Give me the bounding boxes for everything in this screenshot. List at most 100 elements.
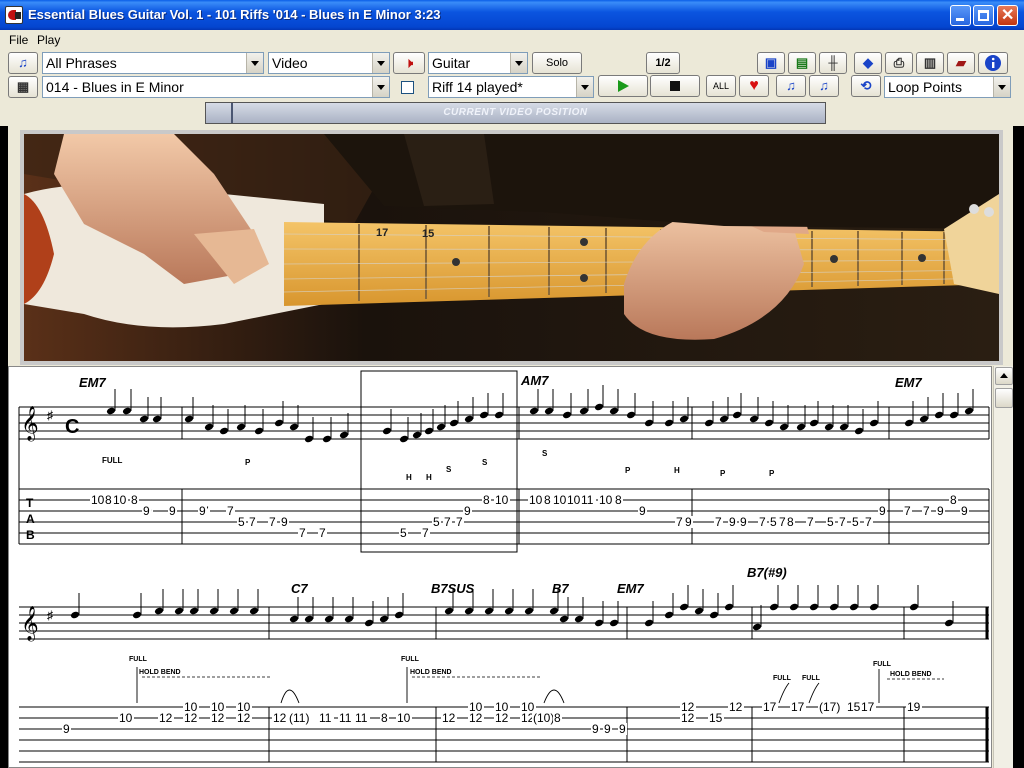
treble-clef-icon: 𝄞	[21, 606, 39, 642]
all-button[interactable]: ALL	[706, 75, 736, 97]
screen-button[interactable]: ▣	[757, 52, 785, 74]
view-mode-select[interactable]: Video	[268, 52, 390, 74]
notes-button[interactable]: ▦	[8, 76, 38, 98]
tab-number: 5	[400, 526, 407, 540]
scroll-thumb[interactable]	[995, 388, 1013, 408]
tab-number: 12	[469, 711, 483, 725]
tab-view-button[interactable]: ▤	[788, 52, 816, 74]
notation-sheet: 𝄞 ♯ C T A B EM7 AM7 EM7 FULL P H H S S S…	[18, 370, 990, 763]
title-bar[interactable]: Essential Blues Guitar Vol. 1 - 101 Riff…	[0, 0, 1024, 30]
tab-number: 15	[709, 711, 723, 725]
riff-status-select[interactable]: Riff 14 played*	[428, 76, 594, 98]
info-icon	[985, 55, 1001, 71]
page-button[interactable]: ▥	[916, 52, 944, 74]
phrase-filter-select[interactable]: All Phrases	[42, 52, 264, 74]
print-button[interactable]: ⎙	[885, 52, 913, 74]
tab-number: 10	[113, 493, 127, 507]
tab-number: 5	[238, 515, 245, 529]
tab-number: 5	[827, 515, 834, 529]
tab-number: 10	[529, 493, 543, 507]
tab-number: 19	[907, 700, 921, 714]
close-button[interactable]: ✕	[997, 5, 1018, 26]
tab-number: 9	[740, 515, 747, 529]
minimize-icon	[956, 18, 964, 21]
notation-scrollbar[interactable]	[993, 366, 1013, 768]
info-button[interactable]	[978, 52, 1008, 74]
tag-button[interactable]: ◆	[854, 52, 882, 74]
tab-number: 17	[763, 700, 777, 714]
tab-number: 9	[937, 504, 944, 518]
tab-number: 12	[159, 711, 173, 725]
application-window: Essential Blues Guitar Vol. 1 - 101 Riff…	[0, 0, 1024, 768]
chevron-down-icon	[372, 77, 389, 97]
technique-label: S	[482, 458, 488, 467]
right-frame-edge	[1013, 126, 1024, 768]
tab-number: 7	[456, 515, 463, 529]
note-up-button[interactable]: ♫	[809, 75, 839, 97]
menu-bar: File Play	[0, 30, 1024, 50]
play-button[interactable]	[598, 75, 648, 97]
instrument-select[interactable]: Guitar	[428, 52, 528, 74]
technique-label: P	[625, 466, 631, 475]
note-down-button[interactable]: ♫	[776, 75, 806, 97]
tab-number: 7	[319, 526, 326, 540]
tab-number: 9	[169, 504, 176, 518]
tab-number: 10	[495, 493, 509, 507]
video-position-slider[interactable]: CURRENT VIDEO POSITION	[205, 102, 826, 124]
tab-number: 17	[861, 700, 875, 714]
chevron-down-icon	[246, 53, 263, 73]
chord-label: EM7	[79, 375, 107, 390]
scroll-up-button[interactable]	[995, 367, 1013, 385]
tab-number: 8	[381, 711, 388, 725]
mixer-button[interactable]: ╫	[819, 52, 847, 74]
technique-label: HOLD BEND	[890, 671, 932, 678]
favorite-button[interactable]: ♥	[739, 75, 769, 97]
solo-button[interactable]: Solo	[532, 52, 582, 74]
chevron-down-icon	[993, 77, 1010, 97]
video-player[interactable]: 17 15	[24, 134, 999, 361]
technique-label: H	[406, 473, 412, 482]
book-button[interactable]: ▰	[947, 52, 975, 74]
tab-number: 17	[791, 700, 805, 714]
riff-status-value: Riff 14 played*	[432, 79, 523, 95]
menu-play[interactable]: Play	[37, 33, 60, 47]
tab-number: 7	[422, 526, 429, 540]
tab-number: 12	[211, 711, 225, 725]
chord-label: EM7	[617, 581, 645, 596]
technique-label: FULL	[773, 675, 792, 682]
tab-number: 11	[339, 711, 352, 725]
monitor-icon: ▣	[764, 55, 778, 70]
loop-button[interactable]: ⟲	[851, 75, 881, 97]
tab-number: 7	[923, 504, 930, 518]
tab-number: 9	[464, 504, 471, 518]
riff-checkbox[interactable]	[401, 81, 414, 94]
tab-clef-a: A	[26, 512, 35, 526]
tab-number: 9	[729, 515, 736, 529]
music-note-button[interactable]: ♫	[8, 52, 38, 74]
tab-number: 9	[143, 504, 150, 518]
minimize-button[interactable]	[950, 5, 971, 26]
tab-number: (11)	[289, 711, 309, 725]
stop-button[interactable]	[650, 75, 700, 97]
maximize-button[interactable]	[973, 5, 994, 26]
chord-label: C7	[291, 581, 308, 596]
tab-number: 9	[619, 722, 626, 736]
tab-number: 7	[249, 515, 256, 529]
menu-file[interactable]: File	[9, 33, 28, 47]
tab-clef-t: T	[26, 496, 34, 510]
notation-panel[interactable]: 𝄞 ♯ C T A B EM7 AM7 EM7 FULL P H H S S S…	[8, 366, 992, 768]
mute-button[interactable]: 🕨	[393, 52, 425, 74]
tab-number: 7	[839, 515, 846, 529]
key-signature: ♯	[47, 608, 53, 622]
song-select[interactable]: 014 - Blues in E Minor	[42, 76, 390, 98]
technique-label: H	[426, 473, 432, 482]
half-speed-button[interactable]: 1/2	[646, 52, 680, 74]
tab-number: 11	[355, 711, 368, 725]
tag-icon: ◆	[863, 55, 873, 70]
left-frame-edge	[0, 126, 8, 768]
tab-number: (10)	[533, 711, 554, 725]
scroll-up-icon	[1000, 373, 1008, 378]
technique-label: FULL	[401, 656, 420, 663]
loop-mode-select[interactable]: Loop Points	[884, 76, 1011, 98]
chevron-down-icon	[372, 53, 389, 73]
